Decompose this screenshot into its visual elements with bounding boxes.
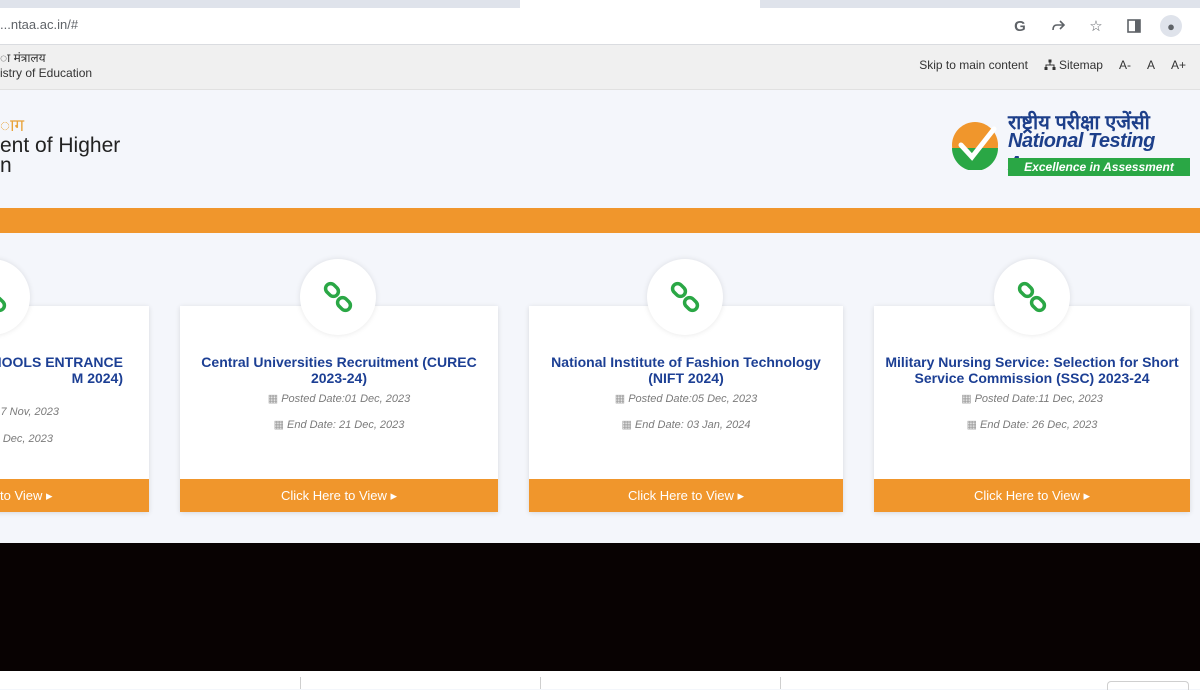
gov-top-bar: ा मंत्रालय istry of Education Skip to ma… — [0, 45, 1200, 90]
link-icon-circle — [0, 259, 30, 335]
click-to-view-button[interactable]: Click Here to View ▸ — [180, 479, 498, 512]
exam-card: HOOLS ENTRANCE M 2024) 7 Nov, 2023 Dec, … — [0, 259, 149, 512]
browser-toolbar-icons: G ☆ ● — [1008, 14, 1182, 38]
link-icon — [670, 281, 700, 313]
bottom-strip — [0, 671, 1200, 690]
nta-logo[interactable]: राष्ट्रीय परीक्षा एजेंसी National Testin… — [950, 108, 1190, 178]
site-header: ाग ent of Higher n राष्ट्रीय परीक्षा एजे… — [0, 90, 1200, 208]
sidebar-icon[interactable] — [1122, 14, 1146, 38]
posted-date: ▦ Posted Date:01 Dec, 2023 — [267, 393, 411, 405]
link-icon — [0, 295, 7, 313]
department-hindi: ाग — [0, 116, 25, 135]
sitemap-link[interactable]: Sitemap — [1044, 58, 1103, 72]
font-decrease-button[interactable]: A- — [1119, 58, 1131, 72]
link-icon — [323, 281, 353, 313]
exam-card: Military Nursing Service: Selection for … — [874, 259, 1190, 512]
link-icon-circle — [300, 259, 376, 335]
click-to-view-button[interactable]: Click Here to View ▸ — [529, 479, 843, 512]
card-title[interactable]: Military Nursing Service: Selection for … — [882, 354, 1182, 386]
department-title: ाग ent of Higher n — [0, 116, 120, 176]
google-icon[interactable]: G — [1008, 14, 1032, 38]
department-line-3: n — [0, 154, 12, 177]
link-icon — [1017, 281, 1047, 313]
calendar-icon: ▦ — [961, 393, 972, 405]
divider — [300, 677, 301, 689]
card-title[interactable]: National Institute of Fashion Technology… — [537, 354, 835, 386]
font-normal-button[interactable]: A — [1147, 58, 1155, 72]
click-to-view-button[interactable]: Click Here to View ▸ — [874, 479, 1190, 512]
ministry-label: ा मंत्रालय istry of Education — [0, 51, 92, 81]
calendar-icon: ▦ — [273, 419, 284, 431]
browser-tabstrip — [0, 0, 1200, 8]
department-line-2: ent of Higher — [0, 134, 121, 157]
card-title[interactable]: Central Universities Recruitment (CUREC … — [188, 354, 490, 386]
active-tab[interactable] — [520, 0, 760, 8]
end-date: ▦ End Date: 21 Dec, 2023 — [273, 419, 405, 431]
sitemap-label: Sitemap — [1058, 58, 1103, 72]
calendar-icon: ▦ — [966, 419, 977, 431]
end-date: Dec, 2023 — [2, 433, 53, 445]
dark-section — [0, 543, 1200, 671]
star-icon[interactable]: ☆ — [1084, 14, 1108, 38]
share-icon[interactable] — [1046, 14, 1070, 38]
address-bar[interactable]: ...ntaa.ac.in/# G ☆ ● — [0, 8, 1200, 45]
link-icon-circle — [994, 259, 1070, 335]
ministry-hindi: ा मंत्रालय — [0, 51, 46, 65]
accessibility-links: Skip to main content Sitemap A- A A+ — [919, 58, 1186, 72]
calendar-icon: ▦ — [267, 393, 279, 405]
end-date: ▦ End Date: 26 Dec, 2023 — [966, 419, 1098, 431]
end-date: ▦ End Date: 03 Jan, 2024 — [621, 419, 751, 431]
click-to-view-button[interactable]: to View ▸ — [0, 479, 149, 512]
link-icon-circle — [647, 259, 723, 335]
calendar-icon: ▦ — [614, 393, 626, 405]
card-title: HOOLS ENTRANCE M 2024) — [0, 354, 123, 386]
divider — [780, 677, 781, 689]
nta-check-logo-icon — [952, 122, 998, 170]
calendar-icon: ▦ — [621, 419, 632, 431]
posted-date: ▦ Posted Date:05 Dec, 2023 — [614, 393, 758, 405]
orange-divider-bar — [0, 208, 1200, 233]
nta-tagline: Excellence in Assessment — [1008, 158, 1190, 176]
skip-to-main-link[interactable]: Skip to main content — [919, 58, 1028, 72]
font-increase-button[interactable]: A+ — [1171, 58, 1186, 72]
divider — [540, 677, 541, 689]
posted-date: ▦ Posted Date:11 Dec, 2023 — [961, 393, 1103, 405]
ministry-english: istry of Education — [0, 66, 93, 80]
sitemap-icon — [1044, 59, 1056, 70]
url-text[interactable]: ...ntaa.ac.in/# — [0, 17, 78, 32]
exam-card: National Institute of Fashion Technology… — [529, 259, 843, 512]
exam-card: Central Universities Recruitment (CUREC … — [180, 259, 498, 512]
profile-icon[interactable]: ● — [1160, 15, 1182, 37]
exam-cards-section: HOOLS ENTRANCE M 2024) 7 Nov, 2023 Dec, … — [0, 233, 1200, 543]
posted-date: 7 Nov, 2023 — [0, 406, 59, 418]
